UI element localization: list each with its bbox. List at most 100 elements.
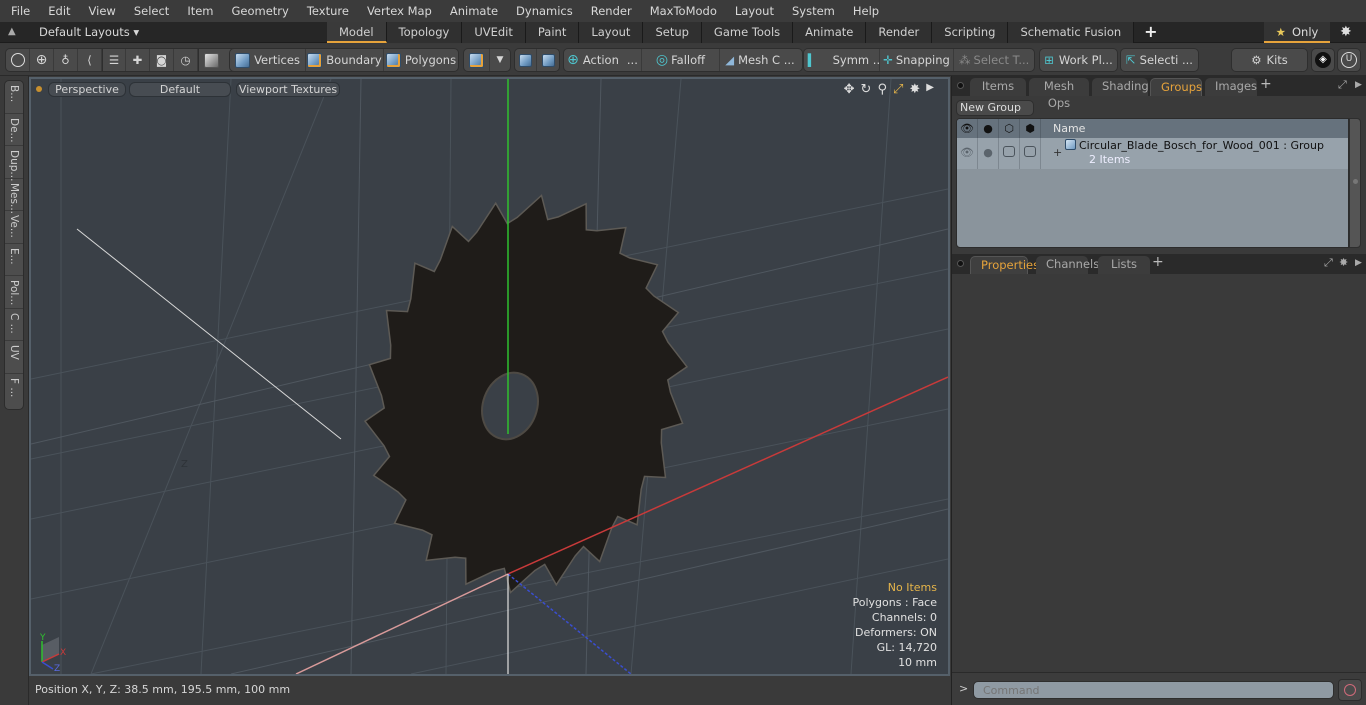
default-layouts-dropdown[interactable]: Default Layouts ▾ xyxy=(39,25,139,39)
menu-view[interactable]: View xyxy=(80,0,125,22)
bezier-tool-button[interactable]: ⟨ xyxy=(78,49,102,71)
command-input[interactable] xyxy=(973,681,1334,699)
menu-dynamics[interactable]: Dynamics xyxy=(507,0,582,22)
left-tab-deform[interactable]: De... xyxy=(5,114,23,146)
saw-blade-mesh[interactable] xyxy=(363,194,689,594)
tab-layout[interactable]: Layout xyxy=(579,22,644,43)
menu-item[interactable]: Item xyxy=(178,0,222,22)
unreal-button[interactable]: U xyxy=(1338,49,1360,71)
material-mode-button[interactable] xyxy=(464,49,490,71)
globe-button[interactable]: ⊕ xyxy=(30,49,54,71)
name-column-header[interactable]: Name xyxy=(1041,119,1085,138)
symmetry-button[interactable]: ▌▍ Symm ... xyxy=(804,49,880,71)
menu-render[interactable]: Render xyxy=(582,0,641,22)
expand-panel-icon[interactable]: ⤢ xyxy=(1324,256,1333,270)
tab-groups[interactable]: Groups xyxy=(1150,78,1202,96)
add-panel-tab-button[interactable]: + xyxy=(1152,254,1164,270)
mode-dropdown-button[interactable]: ▼ xyxy=(490,49,510,71)
tab-topology[interactable]: Topology xyxy=(386,22,463,43)
tab-channels[interactable]: Channels xyxy=(1036,256,1099,274)
boundary-button[interactable]: Boundary xyxy=(306,49,384,71)
viewport-settings-icon[interactable]: ✸ xyxy=(909,82,920,97)
falloff-button[interactable]: ◎ Falloff xyxy=(642,49,720,71)
shading-mode-dropdown[interactable]: Default xyxy=(129,82,231,97)
transform-b-button[interactable] xyxy=(537,49,559,71)
menu-maxtomodo[interactable]: MaxToModo xyxy=(641,0,726,22)
view-mode-dropdown[interactable]: Perspective xyxy=(48,82,126,97)
frame-button[interactable]: ◙ xyxy=(150,49,174,71)
tab-mesh-ops[interactable]: Mesh Ops xyxy=(1029,78,1089,110)
menu-vertex-map[interactable]: Vertex Map xyxy=(358,0,441,22)
tab-setup[interactable]: Setup xyxy=(643,22,702,43)
row-visibility-icon[interactable]: 👁 xyxy=(957,138,978,169)
sphere-select-button[interactable] xyxy=(6,49,30,71)
expand-plus-icon[interactable]: + xyxy=(1053,146,1062,159)
menu-file[interactable]: File xyxy=(0,0,39,22)
uv-unwrap-button[interactable]: ✚ xyxy=(126,49,150,71)
tab-animate[interactable]: Animate xyxy=(793,22,867,43)
pen-tool-button[interactable]: ♁ xyxy=(54,49,78,71)
tab-game-tools[interactable]: Game Tools xyxy=(701,22,794,43)
menu-geometry[interactable]: Geometry xyxy=(223,0,298,22)
viewport-textures-dropdown[interactable]: Viewport Textures xyxy=(236,82,340,97)
tab-render[interactable]: Render xyxy=(866,22,933,43)
left-tab-duplicate[interactable]: Dup... xyxy=(5,146,23,181)
row-lock-checkbox[interactable] xyxy=(999,138,1020,169)
polygons-button[interactable]: Polygons xyxy=(384,49,458,71)
menu-animate[interactable]: Animate xyxy=(441,0,507,22)
tab-shading[interactable]: Shading xyxy=(1092,78,1149,96)
scroll-knob[interactable] xyxy=(1353,179,1358,184)
rotate-icon[interactable]: ↻ xyxy=(861,82,872,97)
align-button[interactable]: ☰ xyxy=(102,49,126,71)
add-tab-button[interactable]: + xyxy=(1134,22,1167,43)
collapse-up-icon[interactable]: ▲ xyxy=(8,26,20,38)
clock-button[interactable]: ◷ xyxy=(174,49,198,71)
panel-arrow-icon[interactable]: ▶ xyxy=(1355,80,1362,90)
tab-uvedit[interactable]: UVEdit xyxy=(462,22,526,43)
panel-settings-icon[interactable]: ✸ xyxy=(1339,256,1348,269)
new-group-button[interactable]: New Group xyxy=(956,100,1034,116)
panel-arrow-icon[interactable]: ▶ xyxy=(1355,258,1362,268)
viewport-status-dot[interactable] xyxy=(36,86,42,92)
left-tab-curve[interactable]: C ... xyxy=(5,309,23,341)
menu-help[interactable]: Help xyxy=(844,0,888,22)
visibility-header-icon[interactable]: 👁 xyxy=(957,119,978,138)
mesh-constraint-button[interactable]: ◢ Mesh C ... xyxy=(720,49,800,71)
group-row[interactable]: 👁 ● + Circular_Blade_Bosch_for_Wood_001 … xyxy=(957,138,1348,170)
only-toggle[interactable]: ★ Only xyxy=(1264,22,1330,43)
tab-images[interactable]: Images xyxy=(1205,78,1257,96)
menu-select[interactable]: Select xyxy=(125,0,178,22)
3d-viewport[interactable]: Z Y X Z Perspective Default Viewport Tex… xyxy=(29,77,950,676)
kits-button[interactable]: ⚙ Kits xyxy=(1232,49,1307,71)
panel-menu-dot[interactable] xyxy=(957,82,964,89)
left-tab-fusion[interactable]: F ... xyxy=(5,374,23,407)
tab-items[interactable]: Items xyxy=(970,78,1026,96)
maximize-icon[interactable]: ⤢ xyxy=(893,82,903,97)
transform-a-button[interactable] xyxy=(515,49,538,71)
left-tab-mesh-edit[interactable]: Mes... xyxy=(5,179,23,214)
row-render-icon[interactable]: ● xyxy=(978,138,999,169)
groups-scrollbar[interactable] xyxy=(1349,118,1361,248)
add-panel-tab-button[interactable]: + xyxy=(1260,76,1272,92)
left-tab-vertex[interactable]: Ve... xyxy=(5,211,23,244)
unity-button[interactable]: ◈ xyxy=(1312,49,1334,71)
item-mode-button[interactable] xyxy=(198,49,224,71)
tab-model[interactable]: Model xyxy=(327,22,387,43)
menu-texture[interactable]: Texture xyxy=(298,0,358,22)
action-center-button[interactable]: ⊕ Action... xyxy=(564,49,642,71)
expand-arrow-icon[interactable]: ▶ xyxy=(926,82,934,97)
tab-scripting[interactable]: Scripting xyxy=(932,22,1009,43)
select-through-button[interactable]: ⁂ Select T... xyxy=(954,49,1034,71)
lock-header-icon[interactable]: ⬡ xyxy=(999,119,1020,138)
tab-lists[interactable]: Lists xyxy=(1098,256,1150,274)
render-header-icon[interactable]: ● xyxy=(978,119,999,138)
tab-properties[interactable]: Properties xyxy=(970,256,1039,274)
menu-system[interactable]: System xyxy=(783,0,844,22)
pan-icon[interactable]: ✥ xyxy=(844,82,855,97)
left-tab-uv[interactable]: UV xyxy=(5,341,23,374)
row-select-checkbox[interactable] xyxy=(1020,138,1041,169)
work-plane-button[interactable]: ⊞ Work Pl... xyxy=(1040,49,1117,71)
left-tab-basic[interactable]: B... xyxy=(5,81,23,114)
tab-paint[interactable]: Paint xyxy=(525,22,580,43)
menu-layout[interactable]: Layout xyxy=(726,0,783,22)
